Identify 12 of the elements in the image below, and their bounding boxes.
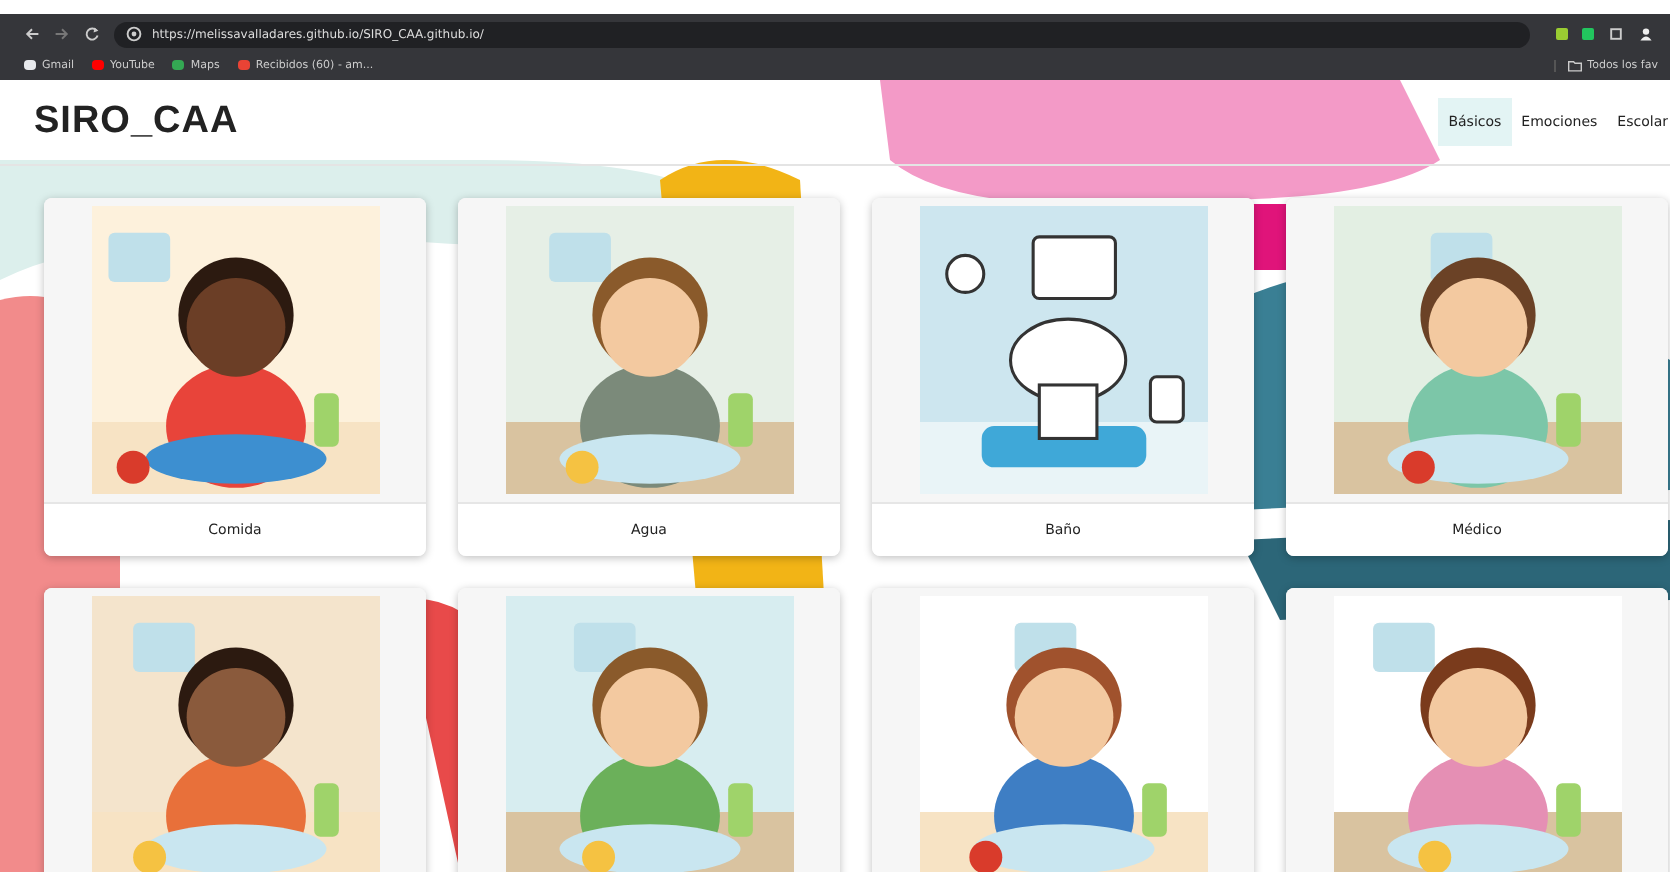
- extension-icon[interactable]: [1582, 28, 1594, 40]
- site-info-icon[interactable]: [126, 26, 142, 42]
- profile-icon[interactable]: [1638, 26, 1654, 42]
- back-icon[interactable]: [24, 26, 40, 42]
- forward-icon[interactable]: [54, 26, 70, 42]
- folder-icon: [1567, 59, 1582, 71]
- card[interactable]: [44, 588, 426, 872]
- card[interactable]: [1286, 588, 1668, 872]
- app-title: SIRO_CAA: [34, 100, 239, 144]
- extension-icon[interactable]: [1556, 28, 1568, 40]
- reload-icon[interactable]: [84, 26, 100, 42]
- extensions-icon[interactable]: [1608, 26, 1624, 42]
